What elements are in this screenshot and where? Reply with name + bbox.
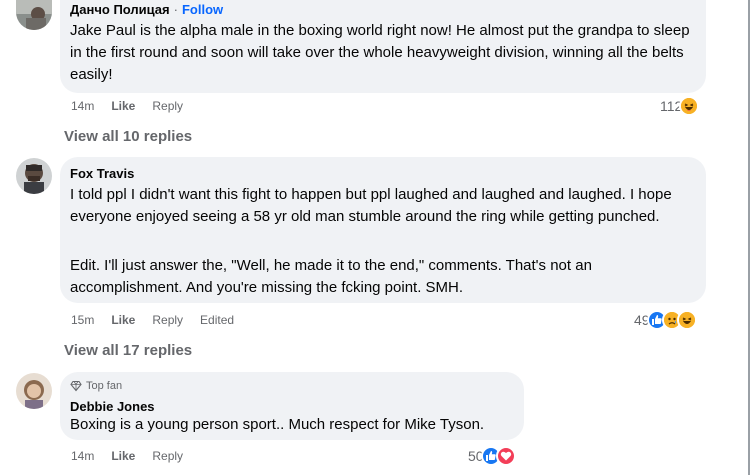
haha-icon: [679, 96, 700, 116]
timestamp[interactable]: 14m: [71, 449, 94, 463]
comment-author[interactable]: Данчо Полицая: [70, 2, 170, 17]
reply-button[interactable]: Reply: [152, 313, 183, 327]
avatar[interactable]: [16, 158, 52, 194]
comment-bubble: Fox Travis I told ppl I didn't want this…: [60, 157, 706, 303]
top-fan-badge: Top fan: [70, 380, 122, 392]
like-button[interactable]: Like: [111, 99, 135, 113]
love-icon: [495, 446, 516, 466]
comment-actions: 14m Like Reply: [71, 99, 183, 113]
reaction-summary[interactable]: 112: [660, 96, 700, 116]
avatar-photo: [16, 373, 52, 409]
top-fan-label: Top fan: [86, 380, 123, 392]
reply-button[interactable]: Reply: [152, 99, 183, 113]
comment-text: I told ppl I didn't want this fight to h…: [70, 186, 672, 225]
haha-icon: [676, 310, 697, 330]
avatar-photo: [16, 158, 52, 194]
timestamp[interactable]: 15m: [71, 313, 94, 327]
like-button[interactable]: Like: [111, 449, 135, 463]
follow-button[interactable]: Follow: [182, 2, 223, 17]
comment-actions: 15m Like Reply Edited: [71, 313, 234, 327]
reaction-summary[interactable]: 50: [468, 446, 516, 466]
comment-text: Jake Paul is the alpha male in the boxin…: [70, 22, 690, 83]
like-button[interactable]: Like: [111, 313, 135, 327]
comment-actions: 14m Like Reply: [71, 449, 183, 463]
view-replies-link[interactable]: View all 10 replies: [64, 128, 192, 145]
diamond-icon: [70, 380, 82, 392]
avatar[interactable]: [16, 0, 52, 30]
comment-bubble: Данчо Полицая · Follow Jake Paul is the …: [60, 0, 706, 93]
comment-author[interactable]: Fox Travis: [70, 166, 134, 181]
avatar[interactable]: [16, 373, 52, 409]
reaction-summary[interactable]: 49: [634, 310, 697, 330]
avatar-photo: [16, 0, 52, 30]
edited-label[interactable]: Edited: [200, 313, 234, 327]
reply-button[interactable]: Reply: [152, 449, 183, 463]
comment-bubble: Top fan Debbie Jones Boxing is a young p…: [60, 372, 524, 440]
comment-author[interactable]: Debbie Jones: [70, 399, 155, 414]
comment-text: Boxing is a young person sport.. Much re…: [70, 416, 485, 433]
separator-dot: ·: [173, 2, 178, 17]
view-replies-link[interactable]: View all 17 replies: [64, 342, 192, 359]
timestamp[interactable]: 14m: [71, 99, 94, 113]
comment-text-edit: Edit. I'll just answer the, "Well, he ma…: [70, 257, 592, 296]
